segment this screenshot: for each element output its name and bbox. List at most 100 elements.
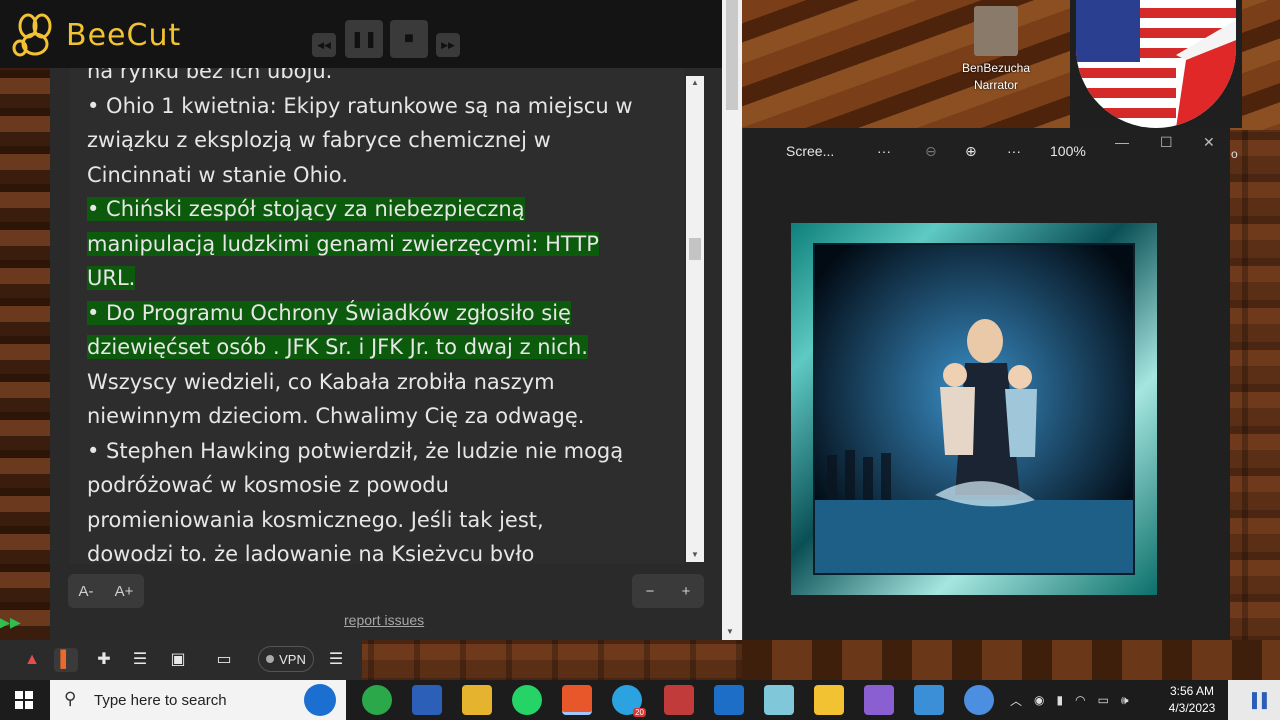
windows-taskbar: ⚲ Type here to search 20 ︿ ◉ ▮ ◠ ▭ 🕪 3:5… bbox=[0, 680, 1280, 720]
photos-icon[interactable] bbox=[914, 685, 944, 715]
reader-scrollbar[interactable]: ▲ ▼ bbox=[686, 76, 704, 562]
warning-triangle-icon[interactable]: ▲ bbox=[20, 648, 44, 672]
scroll-down-icon[interactable]: ▼ bbox=[686, 548, 704, 562]
image-viewer-window: Scree... ··· ⊖ ⊕ ··· 100% — ☐ ✕ bbox=[742, 128, 1230, 640]
show-hidden-icons[interactable]: ︿ bbox=[1010, 692, 1022, 709]
beecut-icon[interactable] bbox=[814, 685, 844, 715]
artwork bbox=[815, 245, 1133, 573]
reader-line: na rynku bez ich uboju. bbox=[87, 68, 333, 83]
reader-panel: na rynku bez ich uboju. • Ohio 1 kwietni… bbox=[50, 68, 722, 640]
cortana-icon[interactable] bbox=[304, 684, 336, 716]
media-player-icon[interactable] bbox=[714, 685, 744, 715]
page-scroll-thumb[interactable] bbox=[726, 0, 738, 110]
zoom-control: − + bbox=[632, 574, 704, 608]
browser-toolbar: ▶▶ ▲ ▌ ✚ ☰ ▣ ▭ VPN ☰ bbox=[0, 614, 362, 680]
rewind-button[interactable]: ◀◀ bbox=[312, 33, 336, 57]
flag-tile bbox=[1070, 0, 1242, 128]
reader-line: podróżować w kosmosie z powodu bbox=[87, 473, 449, 497]
notification-icon[interactable]: ▌▌ bbox=[1252, 692, 1272, 708]
clock[interactable]: 3:56 AM 4/3/2023 bbox=[1160, 683, 1224, 717]
file-explorer-icon[interactable] bbox=[462, 685, 492, 715]
reader-line: • Do Programu Ochrony Świadków zgłosiło … bbox=[87, 300, 571, 325]
sidebar-icon[interactable]: ▣ bbox=[166, 648, 190, 672]
reader-line: manipulacją ludzkimi genami zwierzęcymi:… bbox=[87, 231, 599, 256]
stop-button[interactable]: ■ bbox=[390, 20, 428, 58]
windows-logo-icon bbox=[15, 691, 33, 709]
reader-line: niewinnym dzieciom. Chwalimy Cię za odwa… bbox=[87, 404, 585, 428]
wallet-icon[interactable]: ▭ bbox=[212, 648, 236, 672]
playlist-icon[interactable]: ☰ bbox=[128, 648, 152, 672]
wifi-icon[interactable]: ◠ bbox=[1075, 693, 1085, 707]
vpn-button[interactable]: VPN bbox=[258, 646, 314, 672]
reader-line: dziewięćset osób . JFK Sr. i JFK Jr. to … bbox=[87, 335, 588, 359]
partial-window-glyph: o bbox=[1231, 147, 1238, 161]
extensions-icon[interactable]: ✚ bbox=[92, 648, 116, 672]
whatsapp-icon[interactable] bbox=[512, 685, 542, 715]
taskbar-search[interactable]: ⚲ Type here to search bbox=[50, 680, 346, 720]
page-scrollbar[interactable]: ▼ bbox=[722, 0, 742, 640]
clock-time: 3:56 AM bbox=[1169, 684, 1215, 698]
tray-app-icon[interactable]: ◉ bbox=[1034, 693, 1044, 707]
scroll-up-icon[interactable]: ▲ bbox=[686, 76, 704, 90]
font-size-control: A- A+ bbox=[68, 574, 144, 608]
participant-role: Narrator bbox=[973, 78, 1018, 92]
telegram-icon[interactable]: 20 bbox=[612, 685, 646, 717]
participant-name: BenBezucha bbox=[961, 61, 1031, 75]
page-scroll-down-icon[interactable]: ▼ bbox=[726, 627, 734, 636]
reader-line: • Stephen Hawking potwierdził, że ludzie… bbox=[87, 438, 624, 463]
reader-line: związku z eksplozją w fabryce chemicznej… bbox=[87, 128, 551, 152]
zoom-minus-button[interactable]: − bbox=[646, 583, 655, 600]
maximize-icon[interactable]: ☐ bbox=[1160, 134, 1173, 151]
app-icon-green[interactable] bbox=[362, 685, 392, 715]
more-options-button[interactable]: ··· bbox=[877, 143, 891, 159]
forward-button[interactable]: ▶▶ bbox=[436, 33, 460, 57]
brave-icon[interactable] bbox=[562, 685, 592, 715]
reader-line: Cincinnati w stanie Ohio. bbox=[87, 162, 348, 187]
displayed-image-frame bbox=[791, 223, 1157, 595]
search-placeholder: Type here to search bbox=[94, 692, 227, 709]
zoom-plus-button[interactable]: + bbox=[682, 583, 691, 600]
app-icon-red[interactable] bbox=[664, 685, 694, 715]
notification-area[interactable]: ▌▌ bbox=[1228, 680, 1280, 720]
pause-button[interactable]: ❚❚ bbox=[345, 20, 383, 58]
clapper-icon[interactable] bbox=[864, 685, 894, 715]
search-icon: ⚲ bbox=[64, 689, 77, 708]
clock-date: 4/3/2023 bbox=[1168, 701, 1216, 715]
obs-icon[interactable] bbox=[964, 685, 994, 715]
start-button[interactable] bbox=[0, 680, 48, 720]
beecut-toolbar: BeeCut ◀◀ ❚❚ ■ ▶▶ bbox=[0, 0, 722, 68]
microphone-icon[interactable]: ▮ bbox=[1057, 693, 1064, 707]
scroll-thumb[interactable] bbox=[689, 238, 701, 260]
bee-logo-icon bbox=[12, 13, 52, 57]
app-name: BeeCut bbox=[66, 18, 182, 53]
vpn-label: VPN bbox=[279, 651, 306, 667]
close-icon[interactable]: ✕ bbox=[1203, 134, 1215, 151]
report-issues-link[interactable]: report issues bbox=[344, 612, 424, 628]
word-icon[interactable] bbox=[412, 685, 442, 715]
display-icon[interactable]: ▭ bbox=[1098, 693, 1109, 707]
zoom-out-icon[interactable]: ⊖ bbox=[925, 143, 937, 160]
reader-text-area: na rynku bez ich uboju. • Ohio 1 kwietni… bbox=[70, 68, 684, 564]
menu-icon[interactable]: ☰ bbox=[324, 648, 348, 672]
viewer-title: Scree... bbox=[786, 143, 835, 159]
side-icon[interactable]: ▶▶ bbox=[0, 610, 22, 634]
font-increase-button[interactable]: A+ bbox=[115, 583, 134, 600]
participant-tile[interactable]: BenBezucha Narrator bbox=[950, 6, 1042, 94]
zoom-in-icon[interactable]: ⊕ bbox=[965, 143, 977, 160]
reader-line: URL. bbox=[87, 266, 136, 290]
minimize-icon[interactable]: — bbox=[1115, 134, 1129, 150]
font-decrease-button[interactable]: A- bbox=[79, 583, 94, 600]
viewer-toolbar: Scree... ··· ⊖ ⊕ ··· 100% — ☐ ✕ bbox=[743, 128, 1231, 174]
reader-line: dowodzi to. że ladowanie na Ksieżvcu bvł… bbox=[87, 542, 535, 564]
wallpaper-bottom bbox=[742, 640, 1280, 680]
reader-text: na rynku bez ich uboju. • Ohio 1 kwietni… bbox=[87, 68, 682, 564]
brave-talk-icon[interactable]: ▌ bbox=[54, 648, 78, 672]
paint-icon[interactable] bbox=[764, 685, 794, 715]
volume-icon[interactable]: 🕪 bbox=[1121, 693, 1129, 708]
see-more-button[interactable]: ··· bbox=[1007, 143, 1021, 159]
avatar bbox=[974, 6, 1018, 56]
reader-line: promieniowania kosmicznego. Jeśli tak je… bbox=[87, 507, 544, 532]
flag-avatar-icon bbox=[1076, 0, 1236, 128]
telegram-badge: 20 bbox=[633, 708, 646, 717]
reader-line: • Ohio 1 kwietnia: Ekipy ratunkowe są na… bbox=[87, 93, 633, 118]
